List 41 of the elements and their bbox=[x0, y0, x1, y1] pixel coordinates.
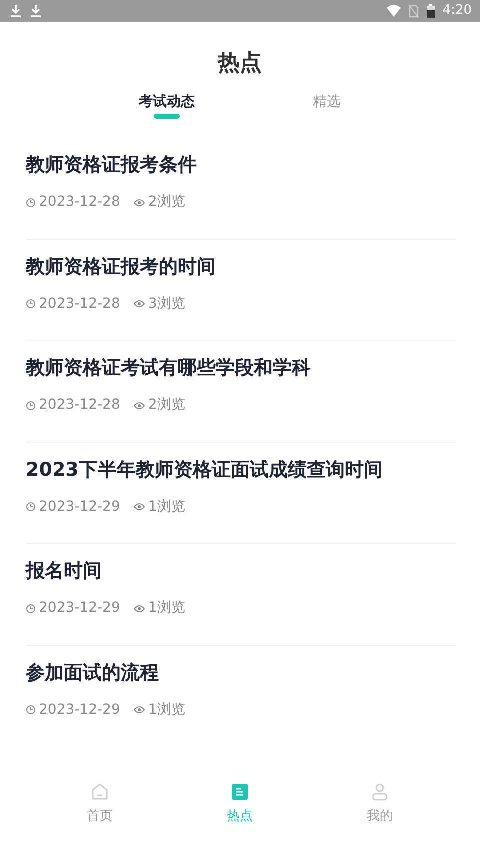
eye-icon bbox=[134, 402, 146, 410]
status-time: 4:20 bbox=[442, 2, 472, 20]
page-title: 热点 bbox=[216, 50, 263, 78]
eye-icon bbox=[134, 198, 146, 206]
article-title[interactable]: 教师资格证考试有哪些学段和学科 bbox=[26, 355, 456, 381]
view-count: 2浏览 bbox=[148, 193, 186, 212]
view-count: 1浏览 bbox=[148, 700, 186, 720]
clock-icon bbox=[26, 400, 36, 410]
eye-icon bbox=[134, 300, 146, 308]
no-sim-icon bbox=[408, 4, 419, 18]
article-date: 2023-12-29 bbox=[39, 599, 120, 618]
article-date: 2023-12-28 bbox=[39, 294, 120, 314]
clock-icon bbox=[26, 198, 36, 208]
article-title[interactable]: 教师资格证报考条件 bbox=[26, 152, 456, 178]
eye-icon bbox=[134, 706, 146, 714]
home-icon bbox=[91, 783, 109, 802]
view-count: 2浏览 bbox=[148, 396, 186, 415]
wifi-icon bbox=[386, 5, 401, 17]
article-date: 2023-12-29 bbox=[39, 498, 120, 516]
download-icon bbox=[10, 4, 22, 18]
eye-icon bbox=[134, 604, 146, 612]
clock-icon bbox=[26, 705, 36, 715]
document-icon bbox=[231, 783, 249, 802]
article-date: 2023-12-28 bbox=[39, 396, 120, 415]
battery-icon bbox=[426, 4, 435, 18]
article-date: 2023-12-29 bbox=[39, 700, 120, 720]
article-title[interactable]: 教师资格证报考的时间 bbox=[26, 254, 456, 280]
eye-icon bbox=[134, 503, 146, 511]
view-count: 1浏览 bbox=[148, 599, 186, 618]
download-icon bbox=[30, 4, 42, 18]
clock-icon bbox=[26, 502, 36, 512]
article-title[interactable]: 报名时间 bbox=[26, 558, 456, 584]
article-date: 2023-12-28 bbox=[39, 193, 120, 212]
user-icon bbox=[371, 783, 389, 802]
clock-icon bbox=[26, 604, 36, 614]
view-count: 1浏览 bbox=[148, 498, 186, 516]
tab[interactable]: 考试动态 bbox=[139, 92, 195, 119]
view-count: 3浏览 bbox=[148, 294, 186, 314]
article-title[interactable]: 2023下半年教师资格证面试成绩查询时间 bbox=[26, 456, 456, 482]
article-title[interactable]: 参加面试的流程 bbox=[26, 660, 456, 686]
clock-icon bbox=[26, 299, 36, 309]
